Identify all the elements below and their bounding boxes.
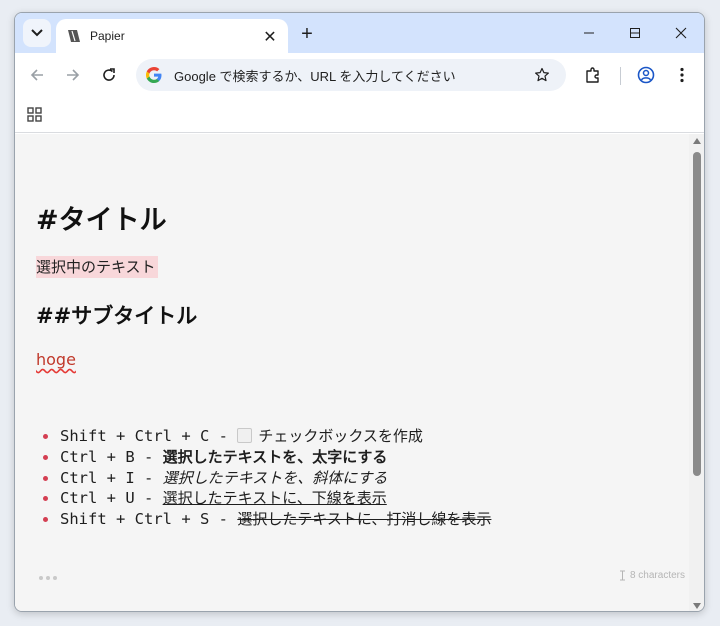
omnibox[interactable]: Google で検索するか、URL を入力してください: [136, 59, 566, 91]
cursor-icon: [619, 570, 625, 581]
shortcut-demo: 選択したテキストに、打消し線を表示: [237, 510, 492, 529]
menu-icon: [680, 67, 684, 83]
window-close-control[interactable]: [658, 13, 704, 53]
shortcut-keys: Shift + Ctrl + C -: [60, 427, 238, 445]
minimize-control[interactable]: [566, 13, 612, 53]
page-scrollbar[interactable]: [689, 134, 704, 611]
scroll-thumb[interactable]: [693, 152, 701, 476]
shortcut-keys: Ctrl + B -: [60, 447, 163, 466]
shortcut-list: Shift + Ctrl + C - チェックボックスを作成 Ctrl + B …: [39, 426, 491, 530]
extensions-icon: [586, 67, 599, 83]
character-count-label: 8 characters: [629, 570, 685, 581]
bullet: [43, 517, 48, 523]
toolbar-separator: [620, 67, 621, 85]
browser-toolbar: Google で検索するか、URL を入力してください: [15, 53, 704, 97]
bookmark-star-button[interactable]: [532, 65, 552, 85]
omnibox-placeholder: Google で検索するか、URL を入力してください: [174, 68, 456, 84]
list-item: Ctrl + B - 選択したテキストを、太字にする: [39, 447, 491, 468]
bullet: [43, 496, 48, 502]
papier-editor[interactable]: #タイトル 選択中のテキスト ##サブタイトル hoge Shift + Ctr…: [15, 134, 689, 611]
list-item: Shift + Ctrl + S - 選択したテキストに、打消し線を表示: [39, 509, 491, 530]
shortcut-demo: 選択したテキストを、太字にする: [162, 447, 388, 466]
bullet: [43, 475, 48, 481]
shortcut-keys: Ctrl + U -: [60, 489, 163, 508]
plus-icon: +: [301, 22, 313, 45]
character-count: 8 characters: [619, 570, 685, 581]
list-item: Shift + Ctrl + C - チェックボックスを作成: [39, 426, 491, 447]
browser-window: Papier ✕ + Google で検索するか、URL を入力してください #…: [14, 12, 705, 612]
shortcut-keys: Ctrl + I -: [60, 468, 163, 487]
apps-icon[interactable]: [25, 105, 45, 125]
more-icon[interactable]: [39, 574, 59, 582]
heading-1: #タイトル: [36, 205, 167, 236]
google-logo-icon: [146, 67, 162, 83]
list-item: Ctrl + I - 選択したテキストを、斜体にする: [39, 468, 491, 489]
papier-favicon: [66, 30, 82, 42]
tab-search-icon: [31, 29, 43, 37]
bullet: [43, 454, 48, 460]
browser-menu-button[interactable]: [668, 61, 696, 89]
shortcut-demo: 選択したテキストを、斜体にする: [162, 468, 388, 487]
selected-text: 選択中のテキスト: [36, 256, 158, 278]
reload-button[interactable]: [95, 61, 123, 89]
list-item: Ctrl + U - 選択したテキストに、下線を表示: [39, 488, 491, 509]
extensions-button[interactable]: [579, 61, 607, 89]
shortcut-keys: Shift + Ctrl + S -: [60, 510, 238, 529]
new-tab-button[interactable]: +: [295, 22, 319, 46]
profile-button[interactable]: [632, 61, 660, 89]
maximize-icon: [630, 28, 640, 38]
bullet: [43, 434, 48, 439]
checkbox[interactable]: [237, 428, 253, 443]
shortcut-demo: 選択したテキストに、下線を表示: [162, 489, 387, 508]
heading-2: ##サブタイトル: [36, 304, 198, 328]
shortcut-demo: チェックボックスを作成: [258, 427, 423, 445]
star-icon: [535, 67, 549, 82]
close-icon: ✕: [263, 26, 277, 46]
bookmarks-bar: [15, 97, 704, 133]
back-icon: [30, 69, 43, 81]
profile-icon: [637, 66, 655, 84]
back-button[interactable]: [23, 61, 51, 89]
maximize-control[interactable]: [612, 13, 658, 53]
tab-papier[interactable]: Papier ✕: [56, 19, 288, 53]
tab-title: Papier: [90, 29, 125, 43]
window-close-icon: [675, 27, 687, 39]
misspelled-word: hoge: [36, 350, 76, 369]
minimize-icon: [584, 32, 594, 34]
scroll-down-arrow[interactable]: [693, 603, 701, 609]
reload-icon: [103, 68, 115, 81]
forward-icon: [67, 69, 80, 81]
close-tab-button[interactable]: ✕: [260, 26, 280, 46]
forward-button[interactable]: [59, 61, 87, 89]
tab-search-button[interactable]: [23, 19, 51, 47]
scroll-up-arrow[interactable]: [693, 138, 701, 144]
